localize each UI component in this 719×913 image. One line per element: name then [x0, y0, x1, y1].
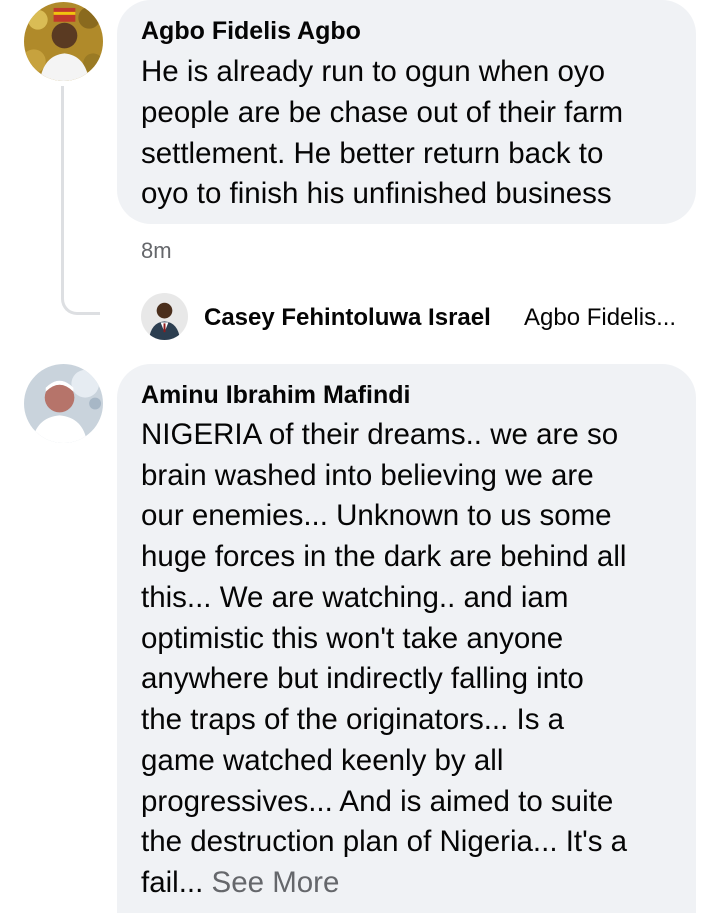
comment-text-line: this... We are watching.. and iam	[141, 581, 569, 614]
thread-connector-line	[61, 86, 100, 315]
comment-text-line: huge forces in the dark are behind all	[141, 540, 627, 573]
comment-author-name[interactable]: Agbo Fidelis Agbo	[141, 17, 361, 46]
comment-text-line: progressives... And is aimed to suite	[141, 785, 614, 818]
comment-text-line: our enemies... Unknown to us some	[141, 499, 612, 532]
comment-author-name[interactable]: Aminu Ibrahim Mafindi	[141, 381, 410, 410]
comment-text-line: He is already run to ogun when oyo	[141, 55, 606, 88]
commenter-avatar[interactable]	[24, 364, 103, 443]
comment-text-line: optimistic this won't take anyone	[141, 622, 564, 655]
commenter-avatar[interactable]	[24, 2, 103, 81]
comment-text-line: the traps of the originators... Is a	[141, 703, 565, 736]
comment-text-truncated: fail...	[141, 866, 204, 899]
comment-text-line: settlement. He better return back to	[141, 137, 604, 170]
see-more-link[interactable]: See More	[212, 866, 340, 899]
reply-avatar[interactable]	[141, 293, 188, 340]
comment-text-line: NIGERIA of their dreams.. we are so	[141, 418, 619, 451]
comment-text-line: anywhere but indirectly falling into	[141, 662, 584, 695]
comment-text-line: game watched keenly by all	[141, 744, 504, 777]
reply-preview-text[interactable]: Agbo Fidelis...	[524, 304, 676, 332]
comment-text-line: people are be chase out of their farm	[141, 96, 624, 129]
comment-text-line-last: fail... See More	[141, 863, 339, 904]
comment-text-line: brain washed into believing we are	[141, 459, 594, 492]
comment-text-line: oyo to finish his unfinished business	[141, 177, 612, 210]
reply-author-name[interactable]: Casey Fehintoluwa Israel	[204, 304, 491, 332]
comment-timestamp[interactable]: 8m	[141, 238, 172, 264]
comment-text-line: the destruction plan of Nigeria... It's …	[141, 825, 628, 858]
